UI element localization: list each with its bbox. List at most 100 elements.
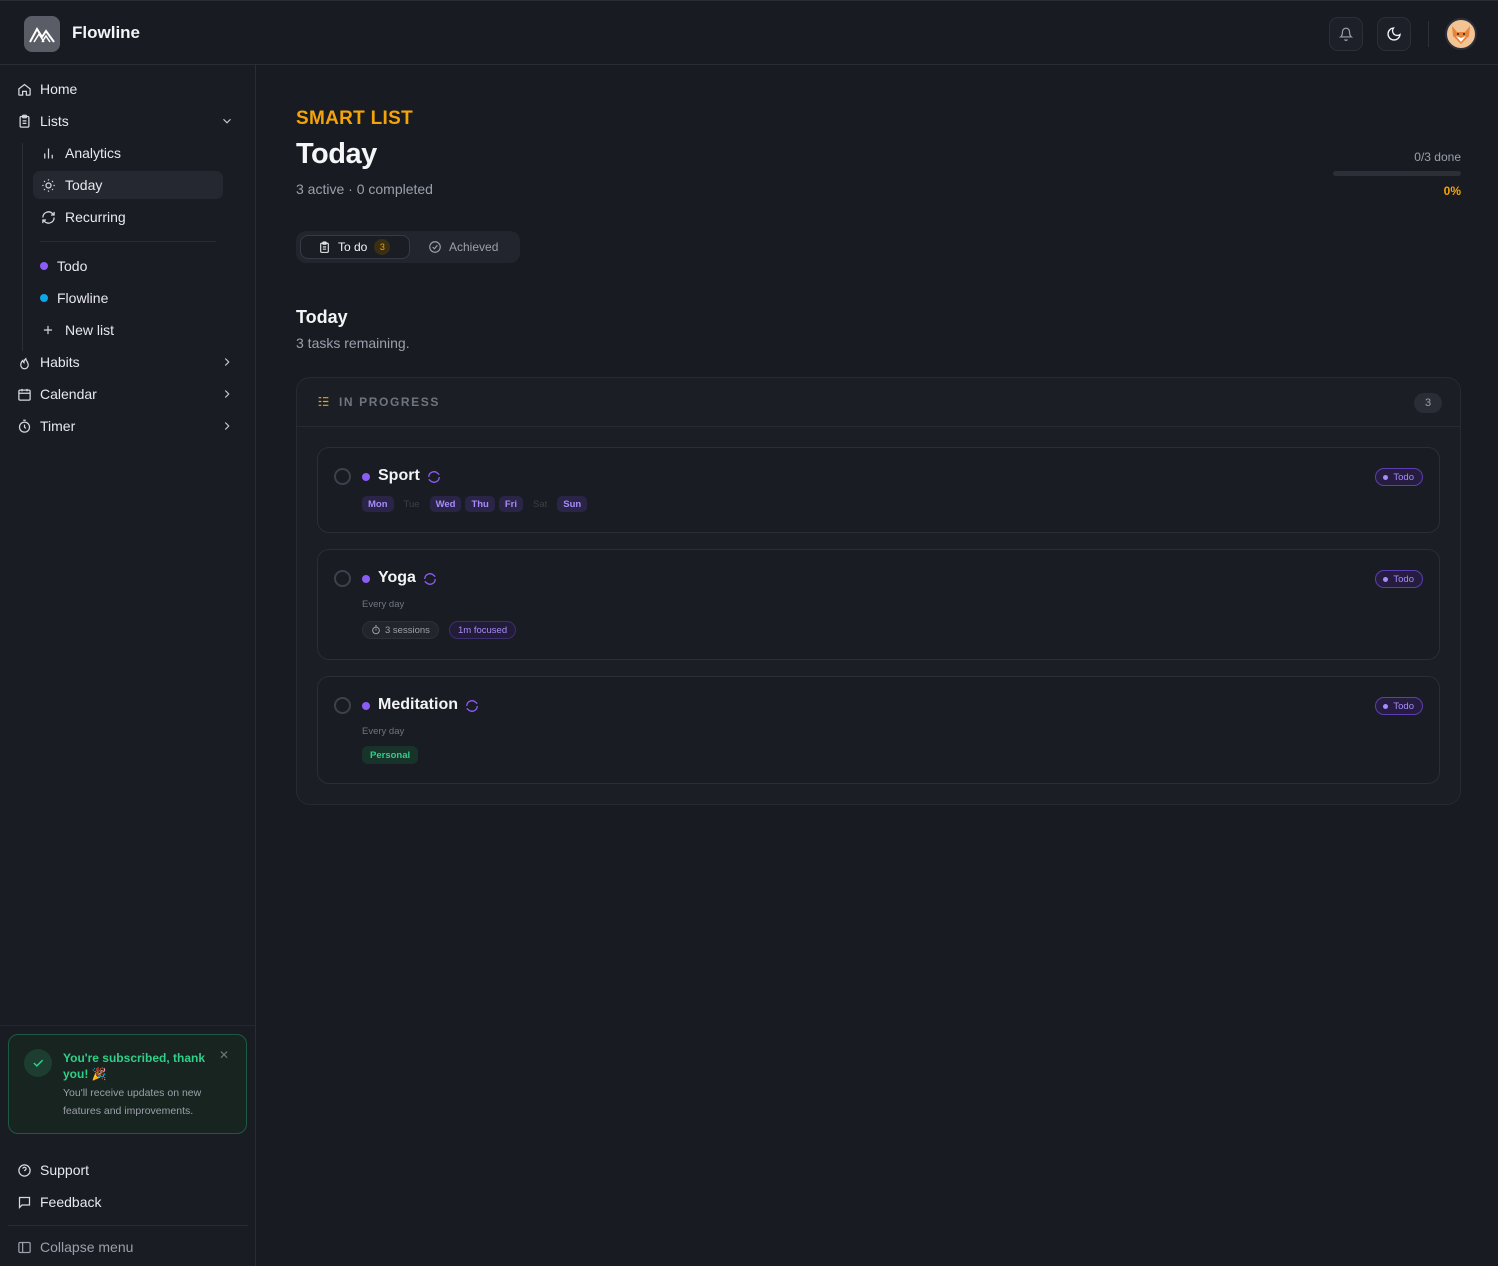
tag-chip: Personal (362, 746, 419, 764)
feedback-link[interactable]: Feedback (8, 1188, 240, 1216)
help-circle-icon (16, 1162, 32, 1178)
sidebar-item-label: Analytics (65, 145, 122, 161)
subscription-toast: You're subscribed, thank you! 🎉 You'll r… (8, 1034, 247, 1134)
list-color-dot (362, 473, 370, 481)
stopwatch-icon (372, 625, 380, 635)
theme-toggle-button[interactable] (1377, 17, 1411, 51)
sidebar-item-label: Timer (40, 418, 76, 434)
list-tag[interactable]: Todo (1375, 570, 1423, 588)
day-chip: Thu (465, 496, 495, 512)
app-name: Flowline (72, 23, 140, 42)
page-title: Today (296, 138, 377, 170)
sidebar-item-label: Lists (40, 113, 69, 129)
clipboard-icon (16, 113, 32, 129)
task-name: Yoga (378, 569, 416, 586)
tab-label: Achieved (449, 240, 499, 254)
count-badge: 3 (374, 239, 391, 255)
group-header: IN PROGRESS 3 (297, 378, 1460, 427)
refresh-icon (40, 209, 56, 225)
tab-achieved[interactable]: Achieved (424, 235, 514, 259)
task-checkbox[interactable] (334, 697, 351, 714)
divider (1428, 21, 1429, 47)
sidebar-item-calendar[interactable]: Calendar (8, 380, 240, 408)
app-logo-icon[interactable] (24, 16, 60, 52)
repeat-icon (428, 471, 440, 483)
new-list-button[interactable]: New list (33, 316, 223, 344)
section-title: Today (296, 307, 348, 327)
feedback-label: Feedback (40, 1194, 102, 1210)
home-icon (16, 81, 32, 97)
list-color-dot (40, 294, 48, 302)
tab-switcher: To do 3 Achieved (296, 231, 520, 263)
progress-percent: 0% (1443, 184, 1461, 198)
list-color-dot (362, 575, 370, 583)
sidebar-item-label: Home (40, 81, 78, 97)
progress-bar (1333, 171, 1461, 176)
sidebar-item-lists[interactable]: Lists (8, 107, 240, 135)
new-list-label: New list (65, 322, 115, 338)
fox-avatar-icon (1452, 26, 1470, 44)
sidebar-item-habits[interactable]: Habits (8, 348, 240, 376)
list-tag[interactable]: Todo (1375, 697, 1423, 715)
sidebar-item-timer[interactable]: Timer (8, 412, 240, 440)
collapse-menu-button[interactable]: Collapse menu (8, 1233, 240, 1261)
avatar[interactable] (1445, 18, 1477, 50)
toast-message: You'll receive updates on new features a… (63, 1087, 202, 1117)
task-name: Meditation (378, 696, 458, 713)
page-subtitle: 3 active · 0 completed (296, 181, 433, 197)
sidebar-item-label: Calendar (40, 386, 97, 402)
tab-todo[interactable]: To do 3 (300, 235, 410, 259)
sidebar-item-label: Habits (40, 354, 80, 370)
list-color-dot (40, 262, 48, 270)
day-chip: Fri (498, 496, 524, 512)
stopwatch-icon (16, 418, 32, 434)
day-chip: Tue (403, 498, 420, 510)
chevron-down-icon[interactable] (220, 114, 234, 128)
close-icon[interactable]: ✕ (219, 1048, 229, 1062)
sidebar-item-label: Today (65, 177, 103, 193)
calendar-icon (16, 386, 32, 402)
task-card[interactable]: Meditation Todo Every day Personal (317, 676, 1440, 784)
group-count-badge: 3 (1414, 393, 1442, 413)
task-frequency: Every day (362, 599, 405, 610)
chevron-right-icon[interactable] (220, 419, 234, 433)
repeat-icon (424, 573, 436, 585)
sidebar-item-todo[interactable]: Todo (33, 252, 223, 280)
sidebar-item-label: Todo (57, 258, 88, 274)
moon-icon (1387, 27, 1401, 41)
group-label: IN PROGRESS (339, 395, 440, 409)
support-link[interactable]: Support (8, 1156, 240, 1184)
check-circle-icon (428, 240, 442, 254)
task-checkbox[interactable] (334, 468, 351, 485)
collapse-menu-label: Collapse menu (40, 1239, 134, 1255)
weekday-selector: Mon Tue Wed Thu Fri Sat Sun (362, 496, 591, 512)
task-name: Sport (378, 467, 420, 484)
plus-icon (40, 322, 56, 338)
sidebar-item-label: Flowline (57, 290, 109, 306)
bar-chart-icon (40, 145, 56, 161)
main-content: SMART LIST Today 3 active · 0 completed … (256, 65, 1498, 1266)
chevron-right-icon[interactable] (220, 355, 234, 369)
sun-icon (40, 177, 56, 193)
sidebar-item-label: Recurring (65, 209, 126, 225)
sidebar-item-today[interactable]: Today (33, 171, 223, 199)
section-subtitle: 3 tasks remaining. (296, 335, 410, 351)
sidebar-item-home[interactable]: Home (8, 75, 240, 103)
bell-icon (1339, 27, 1353, 41)
task-group-in-progress: IN PROGRESS 3 Sport Todo Mon Tue Wed Thu… (296, 377, 1461, 805)
tree-line (22, 143, 23, 351)
flame-icon (16, 354, 32, 370)
chevron-right-icon[interactable] (220, 387, 234, 401)
list-tag[interactable]: Todo (1375, 468, 1423, 486)
day-chip: Sat (533, 498, 548, 510)
task-card[interactable]: Sport Todo Mon Tue Wed Thu Fri Sat Sun (317, 447, 1440, 533)
task-card[interactable]: Yoga Todo Every day 3 sessions 1m focuse… (317, 549, 1440, 660)
list-color-dot (362, 702, 370, 710)
notifications-button[interactable] (1329, 17, 1363, 51)
task-checkbox[interactable] (334, 570, 351, 587)
sidebar-item-analytics[interactable]: Analytics (33, 139, 223, 167)
sidebar-item-flowline[interactable]: Flowline (33, 284, 223, 312)
repeat-icon (466, 700, 478, 712)
sidebar: Home Lists Analytics Today Recurring Tod… (0, 65, 256, 1266)
sidebar-item-recurring[interactable]: Recurring (33, 203, 223, 231)
